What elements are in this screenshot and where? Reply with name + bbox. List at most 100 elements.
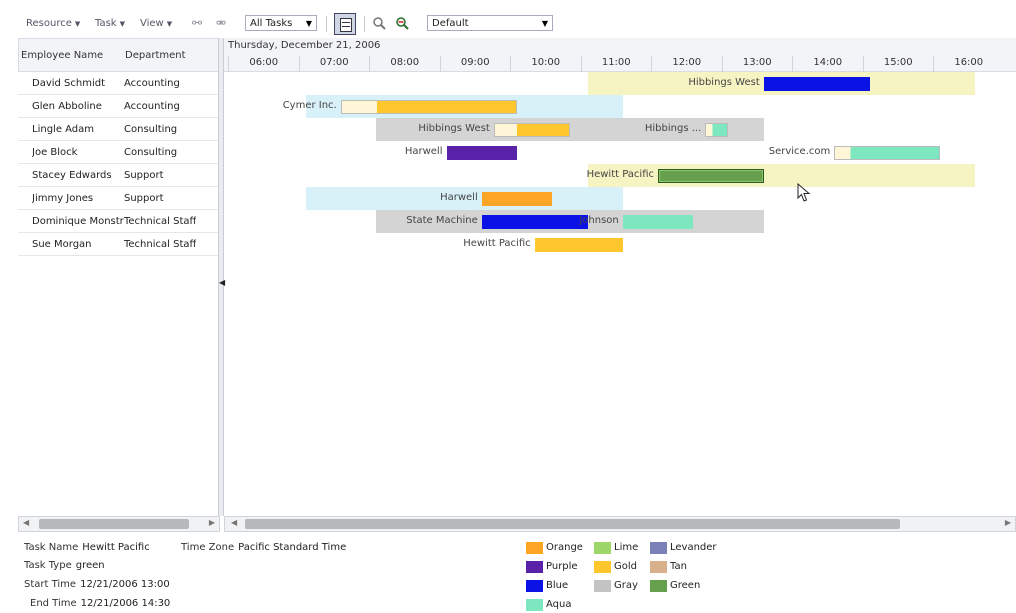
task-label: Service.com [768, 146, 831, 157]
legend-label: Lime [614, 542, 639, 553]
task-label: Harwell [404, 146, 443, 157]
list-view-icon[interactable] [334, 13, 356, 35]
department-cell: Technical Staff [124, 239, 197, 250]
timeline-hour: 09:00 [439, 56, 511, 72]
collapse-left-icon[interactable]: ◀ [219, 278, 225, 287]
gantt-row: Hibbings West Hibbings ... [224, 118, 1016, 141]
gantt-row: Cymer Inc. [224, 95, 1016, 118]
time-zone-label: Time Zone [181, 542, 235, 553]
department-cell: Support [124, 170, 164, 181]
gantt-row: Hewitt Pacific [224, 164, 1016, 187]
task-label: Hewitt Pacific [586, 169, 654, 180]
legend-swatch [650, 580, 667, 592]
resource-row[interactable]: Jimmy Jones Support [18, 187, 220, 210]
timeline-hour: 16:00 [933, 56, 1004, 72]
gantt-row: Hewitt Pacific [224, 233, 1016, 256]
view-menu[interactable]: View ▼ [140, 18, 172, 29]
zoom-in-icon[interactable] [370, 14, 388, 32]
resource-row[interactable]: Stacey Edwards Support [18, 164, 220, 187]
column-header-employee-name[interactable]: Employee Name [21, 50, 103, 61]
task-bar[interactable] [493, 123, 570, 137]
task-bar[interactable] [446, 146, 517, 160]
task-details-panel: Task Name Hewitt Pacific Time Zone Pacific… [18, 533, 518, 611]
gantt-chart-body: Hibbings West Cymer Inc. Hibbings West Hibb… [224, 72, 1016, 258]
resource-row[interactable]: Glen Abboline Accounting [18, 95, 220, 118]
dropdown-arrow-icon: ▼ [305, 19, 312, 28]
department-cell: Technical Staff [124, 216, 197, 227]
resource-row[interactable]: Dominique Monstr Technical Staff [18, 210, 220, 233]
dropdown-arrow-icon: ▼ [541, 19, 548, 28]
legend-swatch [594, 580, 611, 592]
end-time-row: End Time 12/21/2006 14:30 [30, 598, 170, 609]
task-bar[interactable] [481, 215, 588, 229]
start-time-label: Start Time [24, 579, 77, 590]
task-bar[interactable] [340, 100, 517, 114]
task-bar[interactable] [834, 146, 940, 160]
start-time-row: Start Time 12/21/2006 13:00 [24, 579, 170, 590]
scrollbar-thumb[interactable] [39, 519, 189, 529]
department-cell: Consulting [124, 147, 178, 158]
task-label: Hibbings West [688, 77, 760, 88]
resource-row[interactable]: David Schmidt Accounting [18, 72, 220, 95]
unlink-icon[interactable]: ⚮ [212, 14, 230, 32]
start-time-value: 12/21/2006 13:00 [80, 579, 170, 590]
legend-label: Aqua [546, 599, 572, 610]
legend-label: Tan [670, 561, 687, 572]
task-label: Hibbings West [418, 123, 490, 134]
legend-label: Blue [546, 580, 569, 591]
chevron-down-icon: ▼ [166, 20, 173, 28]
resource-row[interactable]: Sue Morgan Technical Staff [18, 233, 220, 256]
resource-row[interactable]: Lingle Adam Consulting [18, 118, 220, 141]
task-label: Johnson [579, 215, 619, 226]
timeline-hour: 12:00 [651, 56, 722, 72]
employee-name-cell: Sue Morgan [32, 239, 92, 250]
gantt-row: State Machine Johnson [224, 210, 1016, 233]
toolbar-divider [326, 16, 327, 32]
scroll-left-icon[interactable]: ◀ [23, 518, 29, 527]
task-bar[interactable] [658, 169, 764, 183]
resource-menu-label: Resource [26, 18, 72, 29]
timeline-hour: 06:00 [228, 56, 299, 72]
view-menu-label: View [140, 18, 164, 29]
task-bar[interactable] [481, 192, 553, 206]
scroll-right-icon[interactable]: ▶ [1005, 518, 1011, 527]
scroll-right-icon[interactable]: ▶ [209, 518, 215, 527]
timeline-header: Thursday, December 21, 2006 06:00 07:00 08… [224, 38, 1016, 72]
task-name-label: Task Name [24, 542, 79, 553]
task-menu[interactable]: Task ▼ [95, 18, 125, 29]
zoom-out-icon[interactable] [393, 14, 411, 32]
gantt-horizontal-scrollbar[interactable]: ◀ ▶ [224, 516, 1016, 532]
task-filter-select[interactable]: All Tasks ▼ [245, 15, 317, 31]
resource-row[interactable]: Joe Block Consulting [18, 141, 220, 164]
legend-swatch [526, 542, 543, 554]
task-bar[interactable] [705, 123, 729, 137]
resource-list-header: Employee Name Department [18, 38, 220, 72]
link-icon[interactable]: ⚯ [188, 14, 206, 32]
legend-swatch [594, 542, 611, 554]
timeline-hour: 14:00 [792, 56, 863, 72]
scrollbar-thumb[interactable] [245, 519, 900, 529]
legend-label: Gold [614, 561, 637, 572]
scroll-left-icon[interactable]: ◀ [231, 518, 237, 527]
task-bar[interactable] [622, 215, 694, 229]
legend-swatch [526, 599, 543, 611]
legend-swatch [526, 580, 543, 592]
task-label: State Machine [406, 215, 478, 226]
left-horizontal-scrollbar[interactable]: ◀ ▶ [18, 516, 220, 532]
task-label: Hibbings ... [644, 123, 702, 134]
column-header-department[interactable]: Department [125, 50, 186, 61]
timeline-hour: 07:00 [298, 56, 370, 72]
resource-menu[interactable]: Resource ▼ [26, 18, 80, 29]
toolbar: Resource ▼ Task ▼ View ▼ ⚯ ⚮ All Tasks ▼ De… [0, 8, 1016, 38]
task-bar[interactable] [534, 238, 623, 252]
gantt-row: Harwell [224, 187, 1016, 210]
gantt-row: Hibbings West [224, 72, 1016, 95]
employee-name-cell: Glen Abboline [32, 101, 102, 112]
color-scheme-select[interactable]: Default ▼ [427, 15, 553, 31]
task-name-row: Task Name Hewitt Pacific [24, 542, 150, 553]
employee-name-cell: Jimmy Jones [32, 193, 94, 204]
employee-name-cell: Stacey Edwards [32, 170, 112, 181]
task-menu-label: Task [95, 18, 117, 29]
legend-swatch [650, 542, 667, 554]
task-bar[interactable] [763, 77, 870, 91]
